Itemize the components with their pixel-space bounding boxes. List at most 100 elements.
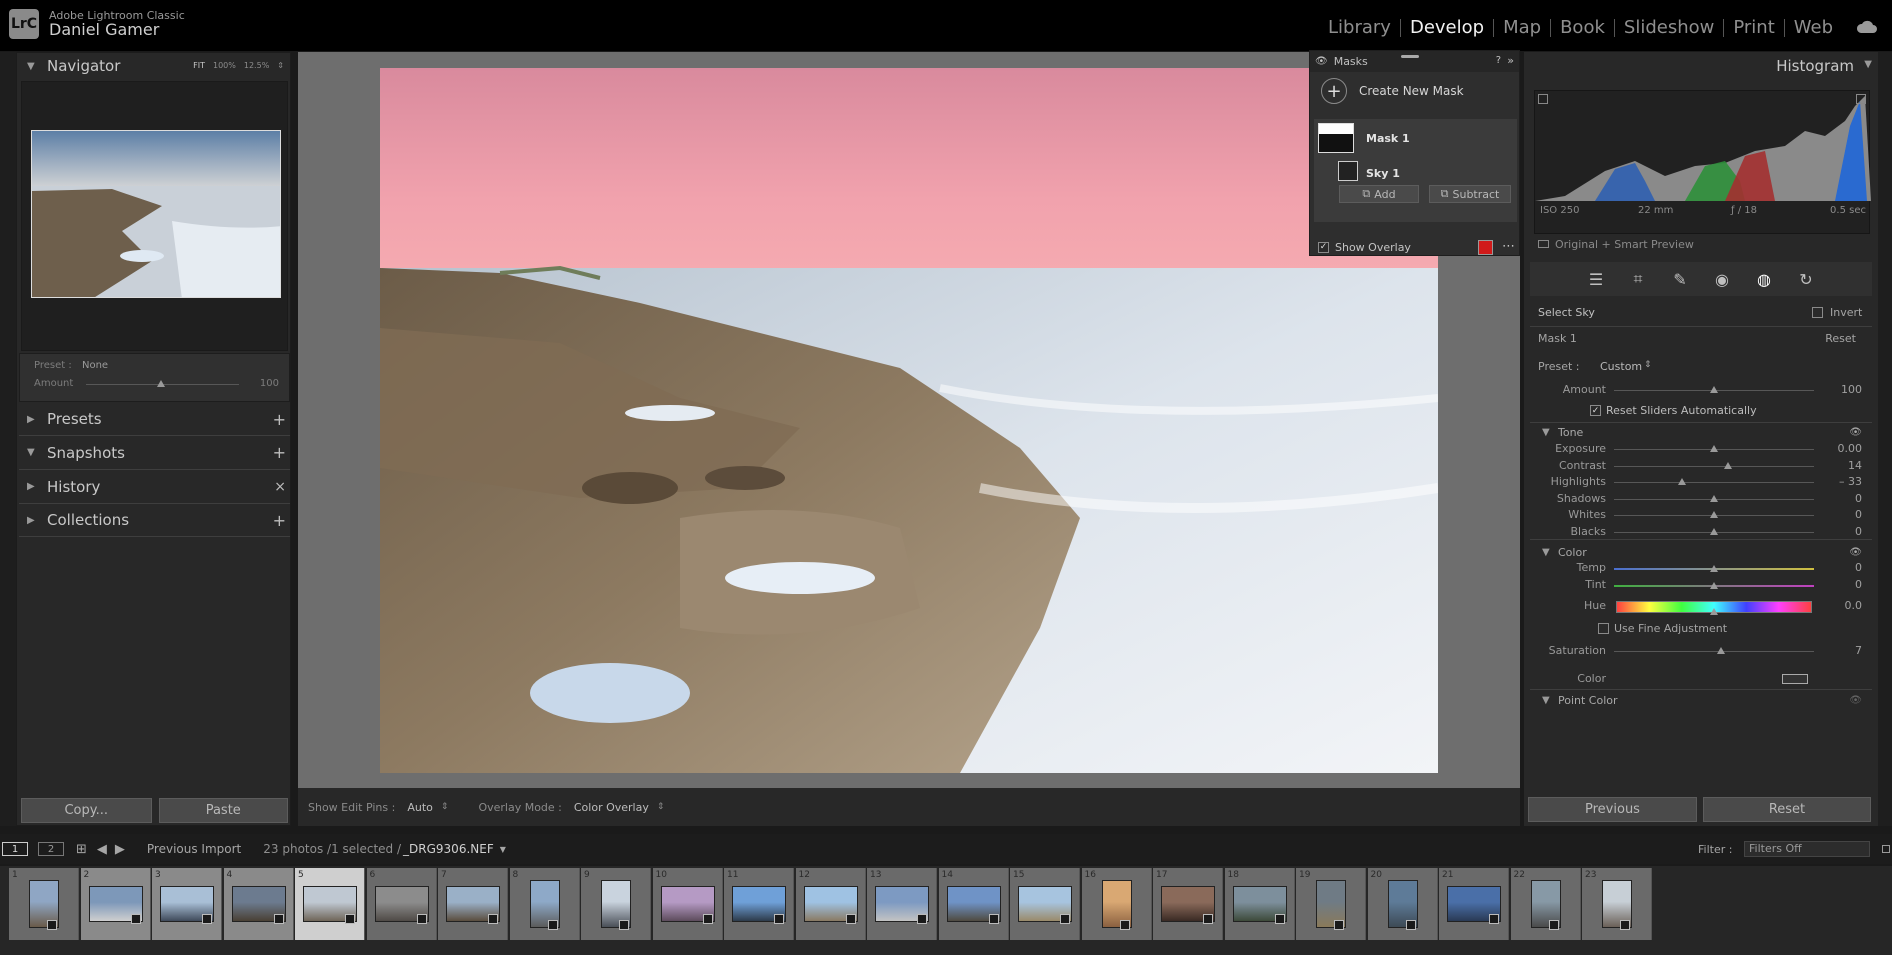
zoom-100[interactable]: 100% [213,61,236,70]
filter-select[interactable]: Filters Off [1744,841,1870,857]
tone-knob[interactable] [1710,511,1718,518]
collapse-triangle-icon[interactable]: ▼ [1542,695,1552,706]
filmstrip-cell[interactable]: 19 [1296,868,1366,940]
expand-triangle-icon[interactable]: ▶ [27,414,37,425]
healing-icon[interactable]: ✎ [1670,269,1690,289]
temp-knob[interactable] [1710,565,1718,572]
view-2-button[interactable]: 2 [38,842,64,856]
masks-header[interactable]: 👁 Masks ? » [1310,51,1519,72]
filmstrip-cell[interactable]: 14 [938,868,1009,940]
filmstrip-cell[interactable]: 16 [1081,868,1152,940]
copy-button[interactable]: Copy... [21,798,152,823]
preset-value[interactable]: None [82,360,108,371]
overlay-stepper-icon[interactable]: ⇕ [657,802,665,812]
create-new-mask[interactable]: + Create New Mask [1310,72,1519,110]
main-photo[interactable] [380,68,1438,773]
collapse-triangle-icon[interactable]: ▼ [1864,59,1872,70]
tone-knob[interactable] [1724,461,1732,469]
tone-eye-icon[interactable]: 👁 [1849,427,1862,438]
clear-history-icon[interactable]: × [274,479,286,495]
left-panel-edge[interactable] [0,52,16,826]
module-library[interactable]: Library [1319,17,1400,38]
color-swatch-icon[interactable] [1782,674,1808,684]
point-color-header[interactable]: ▼ Point Color 👁 [1530,690,1872,710]
tone-knob[interactable] [1710,494,1718,502]
module-print[interactable]: Print [1724,17,1783,38]
expand-triangle-icon[interactable]: ▶ [27,515,37,526]
mask-reset-link[interactable]: Reset [1825,332,1856,345]
filmstrip-cell[interactable]: 12 [795,868,866,940]
tone-track[interactable] [1614,465,1814,467]
section-history[interactable]: ▶ History × [17,470,292,503]
expand-triangle-icon[interactable]: ▶ [27,481,37,492]
show-overlay-checkbox[interactable]: ✓ [1318,241,1329,253]
masking-icon[interactable]: ◍ [1754,269,1774,289]
add-snapshot-icon[interactable]: + [273,443,286,462]
mask-preset-select[interactable]: Custom [1600,360,1642,373]
forward-arrow-icon[interactable]: ▶ [115,842,125,857]
refresh-icon[interactable]: ↻ [1796,269,1816,289]
pins-stepper-icon[interactable]: ⇕ [441,802,449,812]
red-eye-icon[interactable]: ◉ [1712,269,1732,289]
zoom-custom[interactable]: 12.5% [244,61,269,70]
module-develop[interactable]: Develop [1401,17,1493,38]
hue-knob[interactable] [1710,608,1718,615]
zoom-fit[interactable]: FIT [193,61,205,70]
collapse-triangle-icon[interactable]: ▼ [1542,427,1552,438]
add-collection-icon[interactable]: + [273,511,286,530]
cloud-icon[interactable] [1856,18,1878,34]
add-button[interactable]: ⧉ Add [1339,185,1419,203]
add-preset-icon[interactable]: + [273,410,286,429]
filmstrip-cell[interactable]: 17 [1153,868,1223,940]
filmstrip-cell[interactable]: 3 [152,868,222,940]
mask-1-label[interactable]: Mask 1 [1366,132,1410,145]
fine-adjust-checkbox[interactable] [1598,623,1609,634]
eye-icon[interactable]: 👁 [1315,56,1328,67]
sky-icon[interactable] [1338,161,1358,181]
collapse-triangle-icon[interactable]: ▼ [27,447,37,458]
filmstrip-cell[interactable]: 11 [724,868,794,940]
overlay-mode-select[interactable]: Color Overlay [574,801,649,814]
section-snapshots[interactable]: ▼ Snapshots + [17,436,292,469]
filmstrip-cell[interactable]: 2 [80,868,151,940]
right-panel-edge[interactable] [1878,52,1892,826]
histogram[interactable]: ISO 250 22 mm ƒ / 18 0.5 sec [1534,90,1871,234]
help-icon[interactable]: ? [1496,55,1501,66]
filmstrip-cell[interactable]: 9 [581,868,651,940]
filmstrip-cell[interactable]: 20 [1367,868,1438,940]
plus-icon[interactable]: + [1321,78,1347,104]
filmstrip-cell[interactable]: 1 [9,868,79,940]
filmstrip-cell[interactable]: 23 [1582,868,1652,940]
source-label[interactable]: Previous Import [147,842,241,856]
tint-knob[interactable] [1710,582,1718,589]
filmstrip-cell[interactable]: 7 [438,868,508,940]
drag-handle-icon[interactable] [1401,55,1419,58]
tone-track[interactable] [1614,482,1814,483]
amount-slider-knob[interactable] [157,380,165,387]
filmstrip-cell[interactable]: 21 [1439,868,1509,940]
back-arrow-icon[interactable]: ◀ [97,842,107,857]
view-1-button[interactable]: 1 [2,842,28,856]
saturation-track[interactable] [1614,651,1814,652]
color-section-header[interactable]: ▼ Color 👁 [1530,542,1872,562]
tone-knob[interactable] [1710,527,1718,535]
grid-icon[interactable]: ⊞ [76,842,87,857]
mask-1-thumb[interactable] [1318,123,1354,153]
module-slideshow[interactable]: Slideshow [1615,17,1723,38]
sky-1-label[interactable]: Sky 1 [1366,167,1400,180]
tone-knob[interactable] [1678,478,1686,485]
filmstrip-cell[interactable]: 15 [1010,868,1080,940]
edit-pins-select[interactable]: Auto [407,801,433,814]
filmstrip-cell[interactable]: 13 [867,868,937,940]
navigator-thumbnail[interactable] [31,130,281,298]
reset-button[interactable]: Reset [1703,797,1871,822]
module-web[interactable]: Web [1785,17,1842,38]
tone-knob[interactable] [1710,445,1718,452]
navigator-header[interactable]: ▼ Navigator FIT 100% 12.5% ⇕ [17,53,290,79]
filmstrip-cell[interactable]: 6 [366,868,437,940]
tone-section-header[interactable]: ▼ Tone 👁 [1530,422,1872,442]
point-color-eye-icon[interactable]: 👁 [1849,695,1862,706]
clipping-shadow-icon[interactable] [1538,94,1548,104]
section-collections[interactable]: ▶ Collections + [17,504,292,536]
collapse-triangle-icon[interactable]: ▼ [27,61,37,72]
